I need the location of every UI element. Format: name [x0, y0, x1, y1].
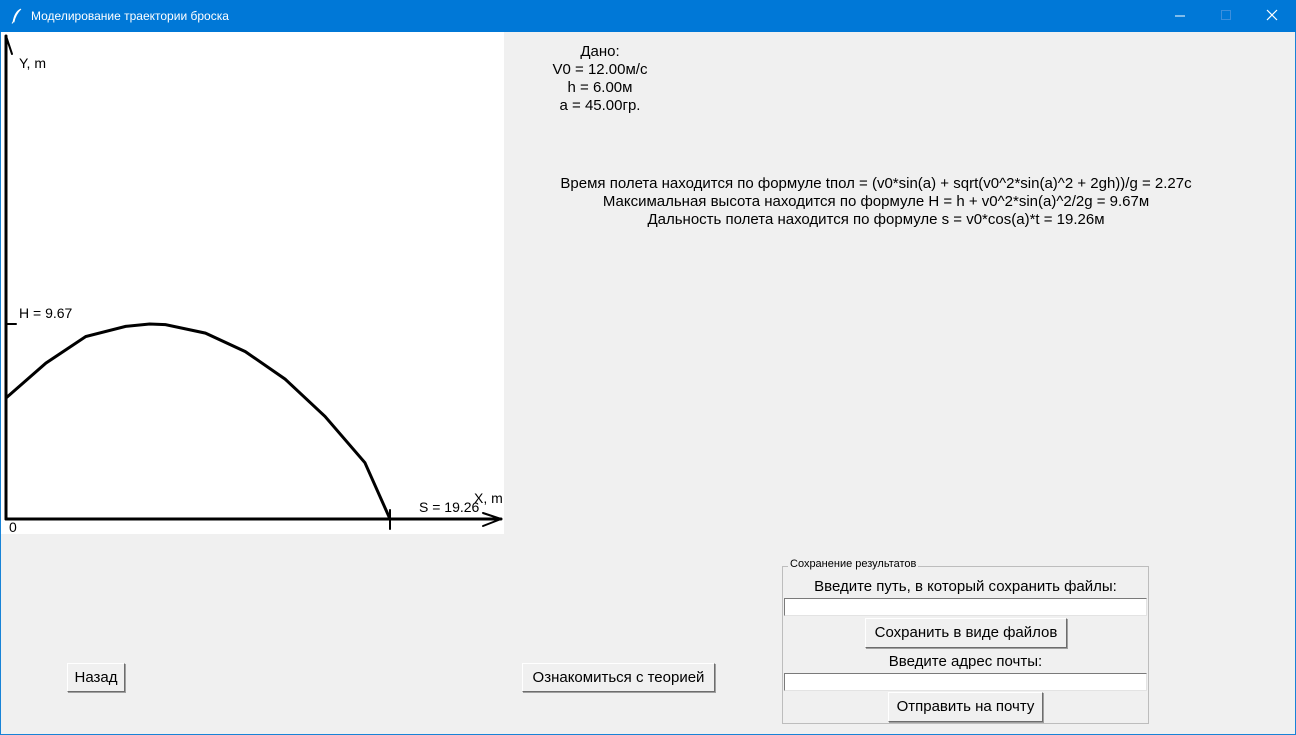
minimize-icon: [1175, 15, 1185, 17]
range-formula: Дальность полета находится по формуле s …: [647, 211, 1105, 228]
flight-time-formula: Время полета находится по формуле tпол =…: [560, 175, 1192, 192]
save-path-input[interactable]: [784, 598, 1147, 616]
minimize-button[interactable]: [1158, 0, 1204, 32]
email-label: Введите адрес почты:: [888, 653, 1043, 670]
given-v0: V0 = 12.00м/с: [552, 61, 648, 78]
trajectory-plot: [4, 34, 503, 530]
save-path-label: Введите путь, в который сохранить файлы:: [814, 578, 1117, 595]
save-results-legend: Сохранение результатов: [788, 558, 919, 570]
back-button[interactable]: Назад: [67, 663, 125, 692]
results-panel: Время полета находится по формуле tпол =…: [500, 175, 1252, 229]
given-h: h = 6.00м: [567, 79, 633, 96]
given-heading: Дано:: [580, 43, 620, 60]
window-title: Моделирование траектории броска: [31, 9, 229, 23]
maximize-icon: [1221, 10, 1231, 20]
given-panel: Дано: V0 = 12.00м/с h = 6.00м a = 45.00г…: [500, 43, 700, 115]
given-angle: a = 45.00гр.: [559, 97, 641, 114]
feather-icon: [11, 8, 22, 24]
email-input[interactable]: [784, 673, 1147, 691]
trajectory-curve: [5, 322, 392, 520]
title-bar: Моделирование траектории броска: [0, 0, 1296, 32]
close-icon: [1266, 9, 1278, 21]
origin-label: 0: [9, 519, 17, 534]
max-height-label: H = 9.67: [19, 305, 73, 321]
maximize-button[interactable]: [1204, 0, 1250, 32]
save-files-button[interactable]: Сохранить в виде файлов: [865, 618, 1067, 648]
theory-button[interactable]: Ознакомиться с теорией: [522, 663, 715, 692]
max-height-formula: Максимальная высота находится по формуле…: [602, 193, 1150, 210]
send-mail-button[interactable]: Отправить на почту: [888, 692, 1043, 722]
y-axis-label: Y, m: [19, 55, 46, 71]
trajectory-canvas: Y, m X, m 0 H = 9.67 S = 19.26: [1, 32, 504, 534]
range-label: S = 19.26: [419, 499, 480, 515]
close-button[interactable]: [1250, 0, 1296, 32]
